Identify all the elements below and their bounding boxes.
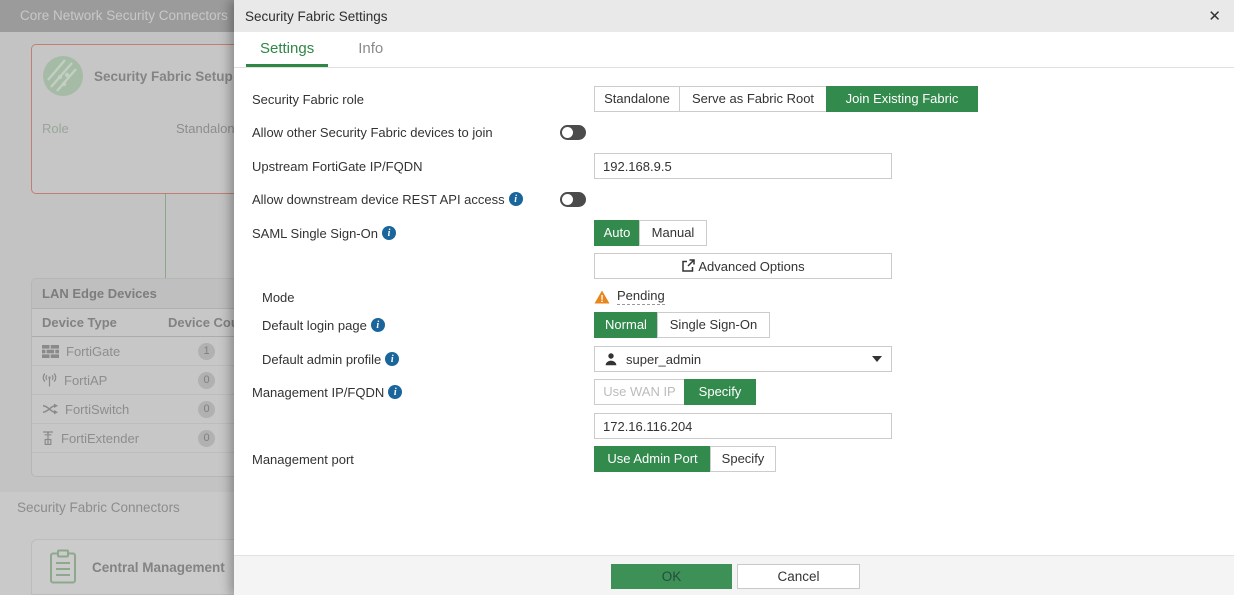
info-icon[interactable]: i: [388, 385, 402, 399]
fabric-connector-line: [165, 194, 166, 278]
advanced-options-label: Advanced Options: [698, 259, 804, 274]
security-fabric-icon: [43, 56, 83, 96]
saml-option-auto[interactable]: Auto: [594, 220, 640, 246]
mgmt-port-option-use-admin-port[interactable]: Use Admin Port: [594, 446, 711, 472]
allow-join-toggle[interactable]: [560, 125, 586, 140]
fortiextender-icon: [42, 431, 54, 445]
login-page-field-label: Default login page i: [262, 312, 385, 338]
mgmt-ip-input[interactable]: [594, 413, 892, 439]
info-icon[interactable]: i: [382, 226, 396, 240]
toggle-knob: [562, 127, 573, 138]
device-name: FortiGate: [66, 344, 120, 359]
device-count-badge: 0: [198, 430, 215, 447]
close-icon[interactable]: ✕: [1208, 7, 1221, 25]
toggle-knob: [562, 194, 573, 205]
fortigate-icon: [42, 345, 59, 358]
admin-profile-select[interactable]: super_admin: [594, 346, 892, 372]
device-name: FortiSwitch: [65, 402, 129, 417]
external-link-icon: [681, 259, 695, 273]
role-option-standalone[interactable]: Standalone: [594, 86, 680, 112]
mgmt-ip-segmented: Use WAN IP Specify: [594, 379, 756, 405]
device-name: FortiAP: [64, 373, 107, 388]
admin-profile-value: super_admin: [626, 352, 701, 367]
role-label: Role: [42, 121, 176, 136]
mgmt-ip-option-use-wan-ip[interactable]: Use WAN IP: [594, 379, 685, 405]
device-count-badge: 0: [198, 401, 215, 418]
rest-api-toggle[interactable]: [560, 192, 586, 207]
dialog-tabbar: Settings Info: [234, 32, 1234, 68]
fabric-role-segmented: Standalone Serve as Fabric Root Join Exi…: [594, 86, 978, 112]
setup-card-title: Security Fabric Setup: [94, 69, 233, 84]
tab-settings[interactable]: Settings: [246, 32, 328, 67]
mode-status: ! Pending: [594, 288, 665, 305]
mode-status-value[interactable]: Pending: [617, 288, 665, 305]
device-count-badge: 0: [198, 372, 215, 389]
saml-segmented: Auto Manual: [594, 220, 707, 246]
fortiswitch-icon: [42, 403, 58, 415]
role-field-label: Security Fabric role: [252, 86, 364, 112]
connectors-section-title: Security Fabric Connectors: [17, 500, 180, 515]
login-option-normal[interactable]: Normal: [594, 312, 658, 338]
rest-api-field-label: Allow downstream device REST API access …: [252, 186, 523, 212]
clipboard-icon: [49, 549, 77, 585]
mgmt-ip-option-specify[interactable]: Specify: [684, 379, 756, 405]
login-page-segmented: Normal Single Sign-On: [594, 312, 770, 338]
info-icon[interactable]: i: [385, 352, 399, 366]
mode-field-label: Mode: [262, 284, 295, 310]
role-option-serve-as-fabric-root[interactable]: Serve as Fabric Root: [679, 86, 827, 112]
login-option-single-sign-on[interactable]: Single Sign-On: [657, 312, 770, 338]
saml-field-label: SAML Single Sign-On i: [252, 220, 396, 246]
cancel-button[interactable]: Cancel: [737, 564, 860, 589]
info-icon[interactable]: i: [509, 192, 523, 206]
central-management-title: Central Management: [92, 560, 225, 575]
mgmt-port-field-label: Management port: [252, 446, 354, 472]
fortiap-icon: [42, 373, 57, 387]
role-option-join-existing-fabric[interactable]: Join Existing Fabric: [826, 86, 978, 112]
user-icon: [604, 352, 618, 366]
dialog-title: Security Fabric Settings: [234, 9, 388, 24]
dialog-header: Security Fabric Settings ✕: [234, 0, 1234, 32]
device-count-badge: 1: [198, 343, 215, 360]
allow-join-field-label: Allow other Security Fabric devices to j…: [252, 119, 493, 145]
info-icon[interactable]: i: [371, 318, 385, 332]
saml-option-manual[interactable]: Manual: [639, 220, 707, 246]
mgmt-ip-field-label: Management IP/FQDN i: [252, 379, 402, 405]
dialog-footer: OK Cancel: [234, 555, 1234, 595]
col-device-type: Device Type: [32, 315, 158, 330]
role-value: Standalone: [176, 121, 242, 136]
chevron-down-icon: [872, 356, 882, 362]
mgmt-port-segmented: Use Admin Port Specify: [594, 446, 776, 472]
svg-text:!: !: [600, 294, 603, 304]
advanced-options-button[interactable]: Advanced Options: [594, 253, 892, 279]
security-fabric-settings-dialog: Security Fabric Settings ✕ Settings Info…: [234, 0, 1234, 595]
device-name: FortiExtender: [61, 431, 139, 446]
mgmt-port-option-specify[interactable]: Specify: [710, 446, 776, 472]
upstream-ip-input[interactable]: [594, 153, 892, 179]
ok-button[interactable]: OK: [611, 564, 732, 589]
warning-icon: !: [594, 290, 610, 304]
tab-info[interactable]: Info: [344, 32, 397, 67]
admin-profile-field-label: Default admin profile i: [262, 346, 399, 372]
upstream-field-label: Upstream FortiGate IP/FQDN: [252, 153, 422, 179]
